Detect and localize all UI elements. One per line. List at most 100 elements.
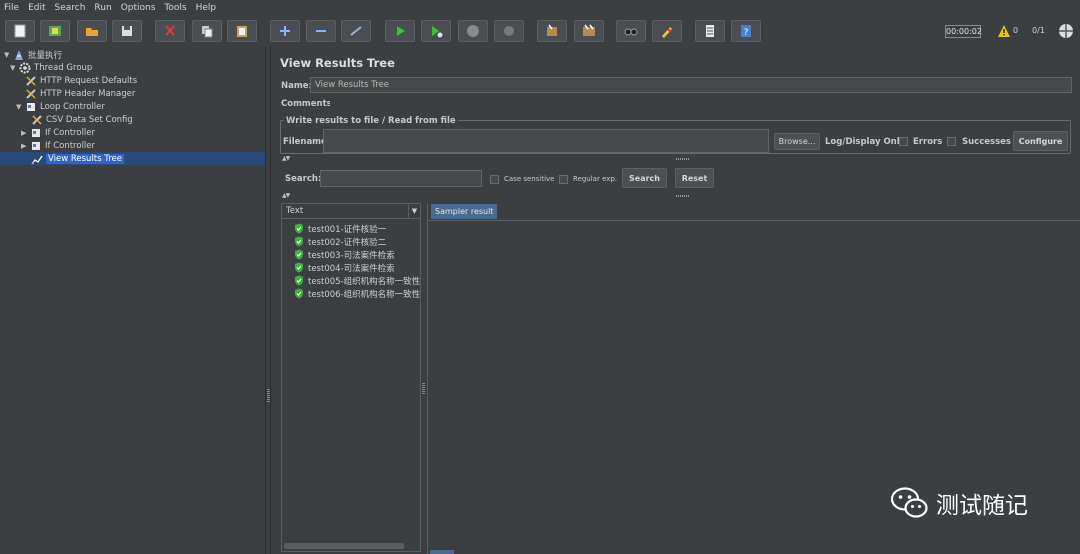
start-button[interactable] [385,20,415,42]
regular-exp-checkbox[interactable] [559,175,568,184]
results-header[interactable]: Text ▼ [282,204,420,219]
success-shield-icon [295,223,303,234]
log-display-label: Log/Display Only: [825,137,909,147]
toggle-button[interactable] [341,20,371,42]
comments-field[interactable] [330,97,1072,110]
elapsed-timer: 00:00:02 [945,25,982,38]
collapse-button[interactable] [306,20,336,42]
result-item[interactable]: test001-证件核验一 [294,222,420,235]
reset-search-button[interactable] [652,20,682,42]
menu-options[interactable]: Options [121,3,156,13]
success-shield-icon [295,249,303,260]
filename-input[interactable] [323,129,769,153]
search-label: Search: [285,174,322,184]
paste-button[interactable] [227,20,257,42]
cut-button[interactable] [155,20,185,42]
divider-grip[interactable] [676,195,690,197]
clear-all-button[interactable] [574,20,604,42]
result-item[interactable]: test006-组织机构名称一致性检 [294,287,420,300]
tree-node-thread-group[interactable]: ▼ Thread Group [10,61,92,74]
open-button[interactable] [77,20,107,42]
templates-button[interactable] [40,20,70,42]
expand-toggle-icon[interactable]: ▼ [4,51,12,59]
tree-node-view-results-tree[interactable]: View Results Tree [31,152,124,165]
toggle-icon [350,26,362,36]
collapse-arrows-icon[interactable]: ▲▼ [282,192,290,199]
splitter-grip[interactable] [422,383,425,395]
save-button[interactable] [112,20,142,42]
remote-globe-icon[interactable] [1057,22,1075,40]
collapse-icon [316,30,326,32]
warning-count: 0 [1013,26,1019,35]
comments-label: Comments: [281,99,336,109]
result-item[interactable]: test004-司法案件检索 [294,261,420,274]
name-field[interactable]: View Results Tree [310,77,1072,93]
case-sensitive-label: Case sensitive [504,175,555,183]
tab-sampler-result[interactable]: Sampler result [431,204,498,219]
menu-file[interactable]: File [4,3,19,13]
case-sensitive-checkbox[interactable] [490,175,499,184]
help-button[interactable]: ? [731,20,761,42]
file-section-title: Write results to file / Read from file [284,116,458,126]
section-divider[interactable]: ▲▼ [280,192,1071,199]
start-no-timers-icon [432,26,443,38]
search-button[interactable] [616,20,646,42]
menu-edit[interactable]: Edit [28,3,45,13]
menu-search[interactable]: Search [55,3,86,13]
cut-icon [165,25,175,36]
tree-splitter[interactable] [265,46,271,554]
configure-button[interactable]: Configure [1013,131,1068,151]
menu-help[interactable]: Help [196,3,217,13]
browse-button[interactable]: Browse... [774,133,820,150]
collapse-arrows-icon[interactable]: ▲▼ [282,155,290,162]
tree-node-if-controller-2[interactable]: ▶ If Controller [21,139,95,152]
stop-button[interactable] [458,20,488,42]
page-title: View Results Tree [280,56,395,70]
tree-node-csv-data-set-config[interactable]: CSV Data Set Config [31,113,133,126]
menu-tools[interactable]: Tools [164,3,186,13]
svg-text:?: ? [744,28,749,38]
search-input[interactable] [320,170,482,187]
tree-node-loop-controller[interactable]: ▼ Loop Controller [16,100,105,113]
expand-toggle-icon[interactable]: ▼ [16,103,24,111]
copy-button[interactable] [192,20,222,42]
search-button[interactable]: Search [622,168,667,188]
successes-label: Successes [962,137,1011,147]
sampler-scrollbar[interactable] [430,550,454,554]
controller-icon [32,141,40,150]
function-helper-button[interactable] [695,20,725,42]
start-no-timers-button[interactable] [421,20,451,42]
warning-icon[interactable] [997,24,1011,38]
menu-run[interactable]: Run [94,3,111,13]
reset-button[interactable]: Reset [675,168,714,188]
function-helper-icon [706,25,714,37]
result-item[interactable]: test003-司法案件检索 [294,248,420,261]
shutdown-button[interactable] [494,20,524,42]
collapse-toggle-icon[interactable]: ▶ [21,142,29,150]
shutdown-icon [504,26,514,36]
splitter-grip[interactable] [267,389,270,403]
wrench-icon [26,88,36,99]
errors-checkbox[interactable] [899,137,908,146]
tree-node-http-request-defaults[interactable]: HTTP Request Defaults [25,74,137,87]
result-item[interactable]: test002-证件核验二 [294,235,420,248]
filename-label: Filename [283,137,327,147]
clear-all-icon [583,24,595,36]
success-shield-icon [295,262,303,273]
clear-icon [547,24,557,36]
successes-checkbox[interactable] [947,137,956,146]
expand-toggle-icon[interactable]: ▼ [10,64,18,72]
tree-node-http-header-manager[interactable]: HTTP Header Manager [25,87,135,100]
expand-button[interactable] [270,20,300,42]
tree-node-test-plan[interactable]: ▼ 批量执行 [4,48,62,61]
result-item[interactable]: test005-组织机构名称一致性检 [294,274,420,287]
new-button[interactable] [5,20,35,42]
divider-grip[interactable] [676,158,690,160]
clear-button[interactable] [537,20,567,42]
test-plan-tree: ▼ 批量执行 ▼ Thread Group HTTP Request Defau… [0,46,265,554]
renderer-dropdown-icon[interactable]: ▼ [408,204,420,218]
results-horizontal-scrollbar[interactable] [284,543,404,549]
collapse-toggle-icon[interactable]: ▶ [21,129,29,137]
tree-node-if-controller-1[interactable]: ▶ If Controller [21,126,95,139]
section-divider[interactable]: ▲▼ [280,155,1071,162]
